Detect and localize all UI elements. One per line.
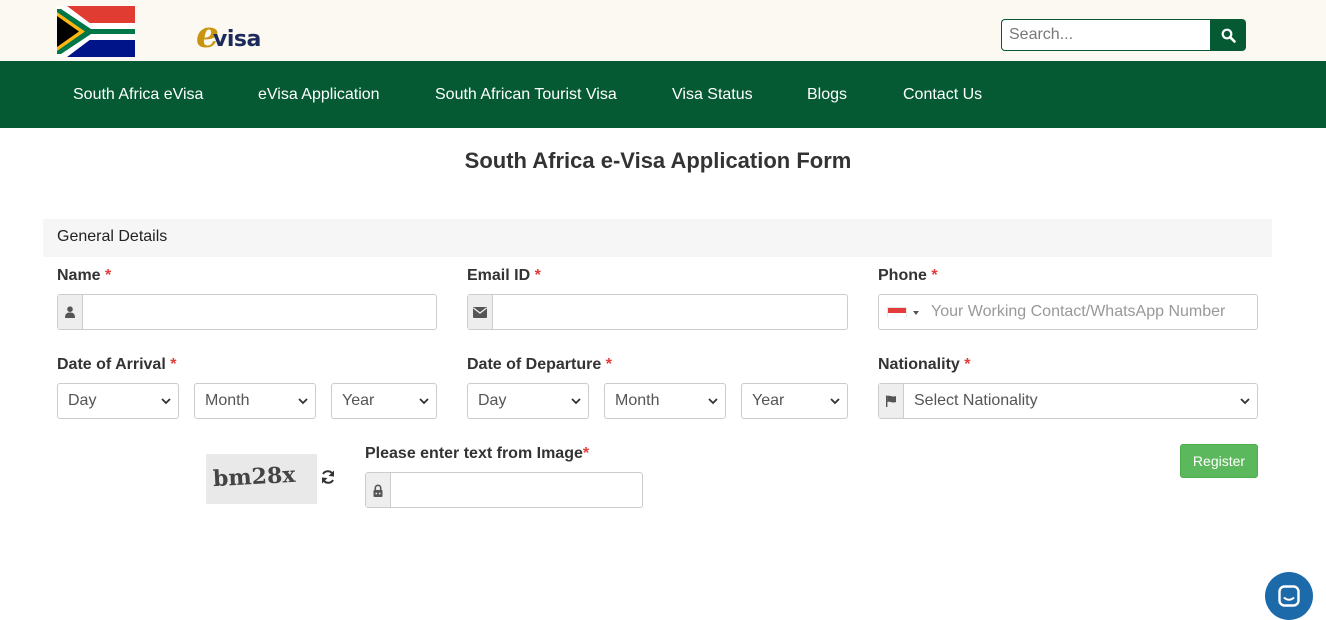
email-input-group: [467, 294, 848, 330]
name-addon: [58, 295, 83, 329]
chevron-down-icon: [161, 398, 171, 405]
arrival-day-value: Day: [68, 392, 97, 409]
nationality-input-group: Select Nationality: [878, 383, 1258, 419]
arrival-month-value: Month: [205, 392, 250, 409]
departure-year-value: Year: [752, 392, 785, 409]
captcha-input-group: [365, 472, 643, 508]
top-header: e visa: [0, 0, 1326, 61]
site-logo[interactable]: e visa: [57, 6, 261, 57]
user-icon: [65, 306, 75, 318]
envelope-icon: [473, 306, 487, 318]
captcha-image: bm28x: [206, 454, 317, 504]
arrival-day-select[interactable]: Day: [57, 383, 179, 419]
departure-month-select[interactable]: Month: [604, 383, 726, 419]
chat-widget-button[interactable]: [1265, 572, 1313, 620]
name-input-group: [57, 294, 437, 330]
nav-item-visa-status[interactable]: Visa Status: [672, 61, 753, 128]
search-input[interactable]: [1001, 19, 1210, 51]
arrival-year-select[interactable]: Year: [331, 383, 437, 419]
search-box: [1001, 19, 1246, 51]
departure-month-value: Month: [615, 392, 660, 409]
nationality-value: Select Nationality: [914, 392, 1038, 409]
country-dropdown-caret-icon[interactable]: [913, 311, 919, 315]
required-mark: *: [931, 267, 938, 284]
captcha-image-text: bm28x: [212, 461, 297, 493]
lock-icon: [373, 484, 383, 497]
south-africa-flag-logo: [57, 6, 135, 57]
page-title: South Africa e-Visa Application Form: [464, 148, 852, 173]
nav-item-tourist-visa[interactable]: South African Tourist Visa: [435, 61, 617, 128]
required-mark: *: [964, 356, 971, 373]
departure-day-select[interactable]: Day: [467, 383, 589, 419]
email-input[interactable]: [493, 295, 847, 329]
departure-day-value: Day: [478, 392, 507, 409]
nav-item-blogs[interactable]: Blogs: [807, 61, 847, 128]
nationality-label: Nationality *: [878, 356, 971, 373]
refresh-icon[interactable]: [319, 468, 337, 486]
section-header-general-details: General Details: [43, 219, 1272, 257]
logo-visa: visa: [213, 27, 261, 52]
phone-input-group: [878, 294, 1258, 330]
arrival-year-value: Year: [342, 392, 375, 409]
chevron-down-icon: [830, 398, 840, 405]
required-mark: *: [582, 445, 590, 462]
main-nav: South Africa eVisa eVisa Application Sou…: [0, 61, 1326, 128]
phone-input[interactable]: [931, 295, 1251, 329]
email-label: Email ID *: [467, 267, 541, 284]
nationality-select[interactable]: Select Nationality: [904, 384, 1257, 418]
chevron-down-icon: [419, 398, 429, 405]
nav-item-contact-us[interactable]: Contact Us: [903, 61, 982, 128]
required-mark: *: [105, 267, 112, 284]
chevron-down-icon: [298, 398, 308, 405]
name-input[interactable]: [83, 295, 436, 329]
name-label: Name *: [57, 267, 112, 284]
chevron-down-icon: [708, 398, 718, 405]
country-flag-icon[interactable]: [887, 307, 907, 317]
captcha-label: Please enter text from Image*: [365, 445, 590, 462]
arrival-month-select[interactable]: Month: [194, 383, 316, 419]
nav-item-south-africa-evisa[interactable]: South Africa eVisa: [73, 61, 203, 128]
flag-icon: [886, 395, 896, 407]
chevron-down-icon: [1240, 398, 1250, 405]
departure-year-select[interactable]: Year: [741, 383, 848, 419]
nationality-addon: [879, 384, 904, 418]
departure-label: Date of Departure *: [467, 356, 612, 373]
chevron-down-icon: [571, 398, 581, 405]
phone-label: Phone *: [878, 267, 938, 284]
required-mark: *: [534, 267, 541, 284]
arrival-label: Date of Arrival *: [57, 356, 177, 373]
nav-item-evisa-application[interactable]: eVisa Application: [258, 61, 380, 128]
required-mark: *: [170, 356, 177, 373]
chat-icon: [1278, 585, 1300, 607]
captcha-addon: [366, 473, 391, 507]
email-addon: [468, 295, 493, 329]
search-button[interactable]: [1210, 19, 1246, 51]
register-button[interactable]: Register: [1180, 444, 1258, 478]
required-mark: *: [605, 356, 612, 373]
captcha-input[interactable]: [391, 473, 642, 507]
search-icon: [1221, 28, 1236, 43]
